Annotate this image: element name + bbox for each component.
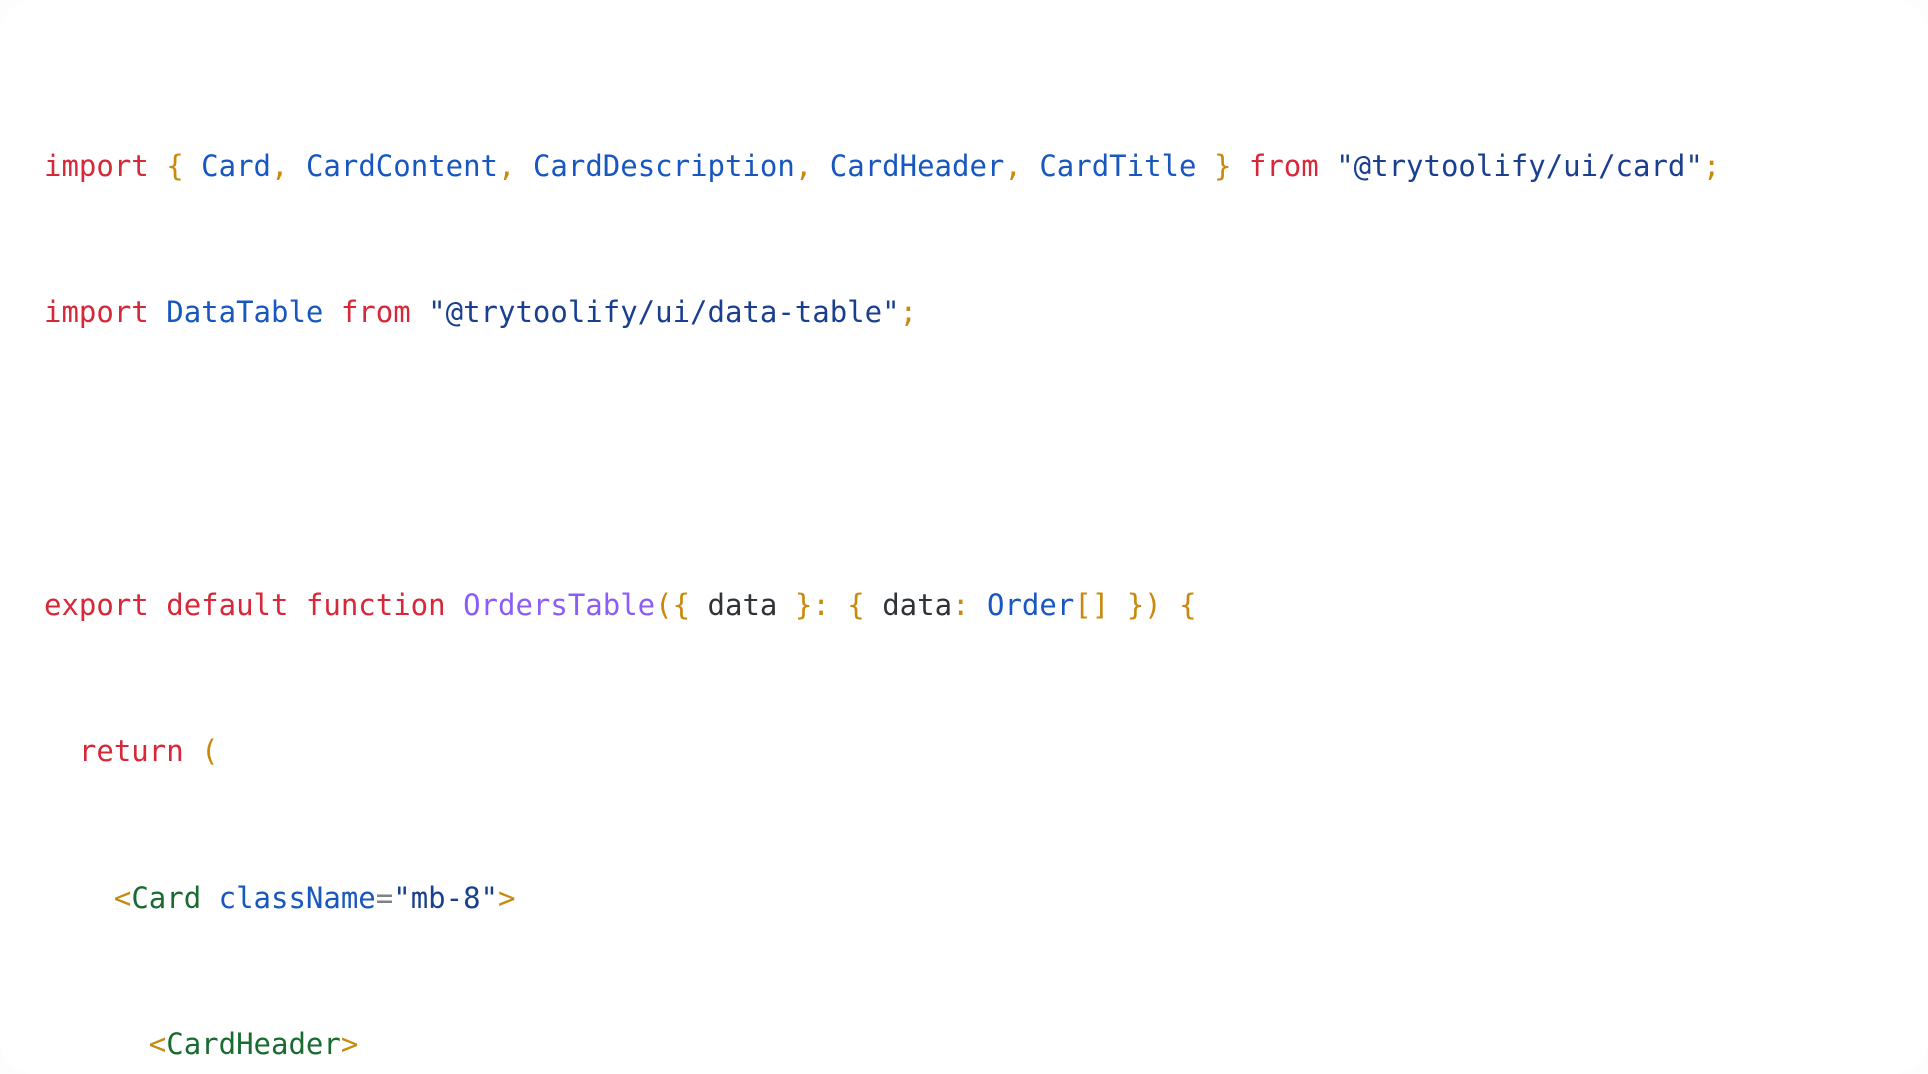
keyword-from: from	[340, 295, 411, 330]
angle-close: >	[340, 1027, 359, 1062]
code-editor-content[interactable]: import { Card, CardContent, CardDescript…	[44, 34, 1884, 1074]
angle-close: >	[498, 880, 516, 915]
type-colon: :	[952, 587, 970, 622]
code-block-card: import { Card, CardContent, CardDescript…	[0, 0, 1928, 1074]
keyword-function: function	[305, 587, 446, 622]
import-cardcontent: CardContent	[305, 148, 499, 183]
import-cardtitle: CardTitle	[1039, 148, 1197, 183]
keyword-from: from	[1248, 148, 1319, 183]
keyword-import: import	[44, 148, 149, 183]
module-path-card: "@trytoolify/ui/card"	[1336, 148, 1703, 183]
semicolon: ;	[899, 295, 918, 330]
brace-close: }	[1213, 148, 1232, 183]
comma-1: ,	[271, 148, 289, 183]
equals-sign: =	[375, 880, 394, 915]
array-brackets: []	[1074, 587, 1110, 622]
jsx-tag-cardheader: CardHeader	[166, 1027, 341, 1062]
brace-open: {	[166, 148, 184, 183]
keyword-default: default	[166, 587, 289, 622]
code-line-5: return (	[44, 733, 1884, 770]
jsx-tag-card: Card	[131, 880, 202, 915]
paren-open: (	[201, 734, 219, 769]
semicolon: ;	[1702, 148, 1721, 183]
comma-4: ,	[1004, 148, 1022, 183]
type-brace-close: }	[1126, 587, 1145, 622]
keyword-export: export	[44, 587, 149, 622]
keyword-return: return	[78, 734, 184, 769]
comma-2: ,	[498, 148, 516, 183]
function-name-orderstable: OrdersTable	[463, 587, 656, 622]
type-brace-open: {	[847, 587, 865, 622]
module-path-datatable: "@trytoolify/ui/data-table"	[428, 295, 900, 330]
attr-classname: className	[218, 880, 376, 915]
keyword-import: import	[44, 295, 149, 330]
attr-value-mb8: "mb-8"	[393, 880, 498, 915]
comma-3: ,	[794, 148, 813, 183]
angle-open: <	[113, 880, 132, 915]
import-cardheader: CardHeader	[829, 148, 1005, 183]
code-line-3-blank	[44, 441, 1884, 478]
code-line-6: <Card className="mb-8">	[44, 880, 1884, 917]
import-datatable: DataTable	[166, 295, 324, 330]
type-order: Order	[986, 587, 1075, 622]
screenshot-root: import { Card, CardContent, CardDescript…	[0, 0, 1928, 1074]
angle-open: <	[148, 1027, 167, 1062]
code-line-1: import { Card, CardContent, CardDescript…	[44, 148, 1884, 185]
brace-close: }	[794, 587, 813, 622]
code-line-4: export default function OrdersTable({ da…	[44, 587, 1884, 624]
code-line-2: import DataTable from "@trytoolify/ui/da…	[44, 294, 1884, 331]
import-carddescription: CardDescription	[532, 148, 795, 183]
paren-close: )	[1144, 587, 1162, 622]
code-line-7: <CardHeader>	[44, 1026, 1884, 1063]
brace-open: {	[672, 587, 691, 622]
paren-open: (	[655, 587, 673, 622]
type-key-data: data	[882, 587, 953, 622]
import-card: Card	[201, 148, 272, 183]
colon: :	[812, 587, 830, 622]
body-brace-open: {	[1179, 587, 1197, 622]
param-data: data	[707, 587, 778, 622]
